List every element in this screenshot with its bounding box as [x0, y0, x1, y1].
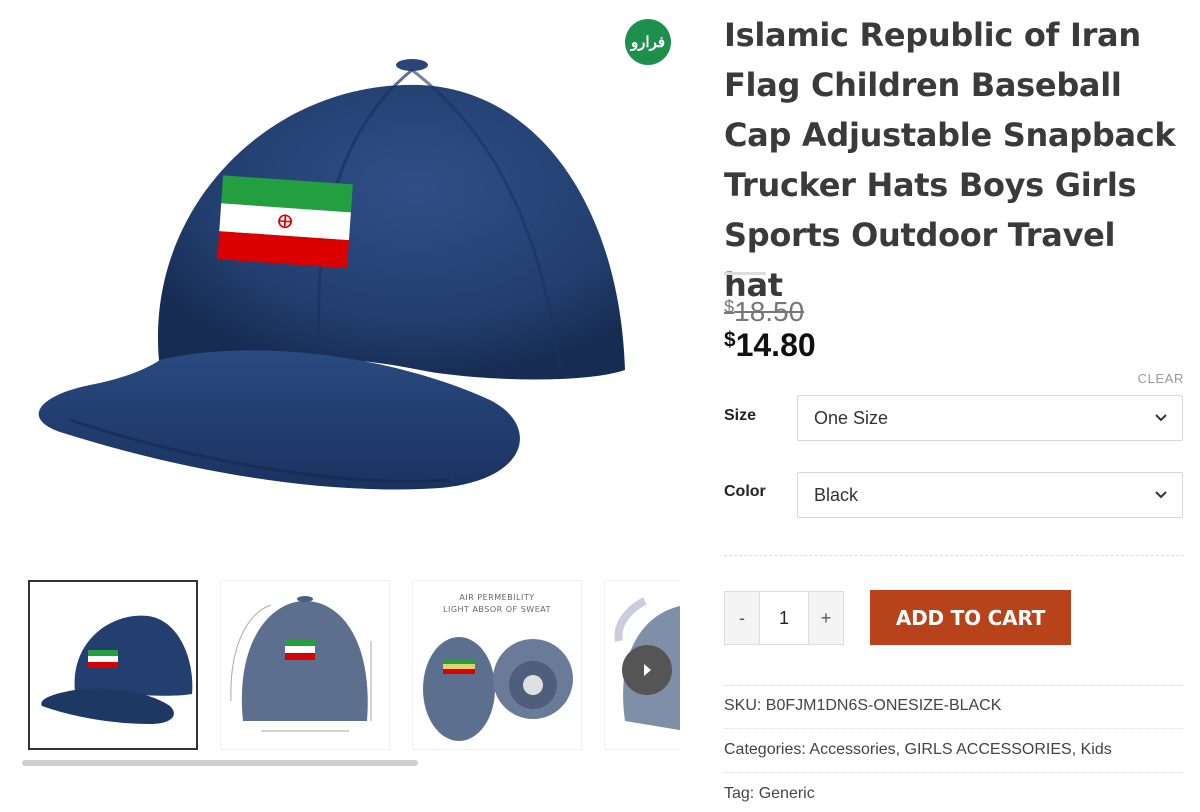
categories-label: Categories:: [724, 741, 806, 758]
svg-text:ⴲ: ⴲ: [276, 211, 293, 233]
gallery-next-button[interactable]: [622, 645, 672, 695]
main-product-image[interactable]: ⴲ: [20, 40, 660, 560]
size-select[interactable]: One Size: [797, 395, 1183, 441]
category-link-kids[interactable]: Kids: [1081, 741, 1112, 758]
size-label: Size: [724, 407, 757, 424]
category-link-accessories[interactable]: Accessories: [809, 741, 895, 758]
tag-line: Tag: Generic: [724, 785, 815, 803]
color-select-value: Black: [814, 484, 859, 505]
quantity-decrease-button[interactable]: -: [725, 592, 759, 644]
meta-divider-3: [724, 772, 1184, 773]
clear-variations-link[interactable]: CLEAR: [1138, 371, 1184, 386]
chevron-down-icon: [1155, 491, 1167, 499]
color-select[interactable]: Black: [797, 472, 1183, 518]
thumbnail-3-image: [423, 637, 573, 741]
sale-price: $14.80: [724, 327, 816, 364]
thumbnail-1[interactable]: [28, 580, 198, 750]
quantity-increase-button[interactable]: +: [809, 592, 843, 644]
meta-divider-1: [724, 685, 1184, 686]
brand-logo-text: فرارو: [630, 33, 666, 51]
quantity-stepper: - 1 +: [724, 591, 844, 645]
chevron-down-icon: [1155, 414, 1167, 422]
thumbnail-1-image: [41, 615, 193, 724]
tag-link-generic[interactable]: Generic: [759, 785, 815, 802]
tag-label: Tag:: [724, 785, 755, 802]
thumbnail-3-caption-1: AIR PERMEBILITY: [459, 593, 535, 602]
sale-price-amount: 14.80: [735, 327, 816, 363]
size-select-value: One Size: [814, 407, 889, 428]
quantity-input[interactable]: 1: [759, 592, 809, 644]
sku-label: SKU:: [724, 697, 762, 714]
original-price-amount: 18.50: [734, 296, 805, 327]
gallery-scrollbar[interactable]: [22, 760, 418, 766]
product-title: Islamic Republic of Iran Flag Children B…: [724, 16, 1176, 304]
category-link-girls-accessories[interactable]: GIRLS ACCESSORIES: [905, 741, 1072, 758]
categories-line: Categories: Accessories, GIRLS ACCESSORI…: [724, 741, 1112, 758]
chevron-right-icon: [644, 664, 651, 676]
product-gallery: ⴲ فرارو AIR PERMEBILITY LIGHT ABSOR OF S…: [0, 0, 700, 812]
thumbnail-3-caption-2: LIGHT ABSOR OF SWEAT: [443, 605, 551, 614]
original-price-currency: $: [724, 296, 735, 317]
thumbnail-2-image: [230, 596, 372, 732]
variation-divider: [724, 555, 1184, 556]
thumbnail-2[interactable]: [220, 580, 390, 750]
title-divider: [724, 272, 766, 275]
original-price: $18.50: [724, 296, 804, 328]
sale-price-currency: $: [724, 328, 736, 352]
meta-divider-2: [724, 728, 1184, 729]
thumbnail-strip: AIR PERMEBILITY LIGHT ABSOR OF SWEAT: [20, 578, 680, 758]
sku-value: B0FJM1DN6S-ONESIZE-BLACK: [765, 697, 1002, 714]
product-summary: Islamic Republic of Iran Flag Children B…: [724, 0, 1184, 812]
color-label: Color: [724, 483, 766, 500]
add-to-cart-button[interactable]: ADD TO CART: [870, 590, 1071, 645]
brand-logo-badge: فرارو: [625, 19, 671, 65]
thumbnail-3[interactable]: AIR PERMEBILITY LIGHT ABSOR OF SWEAT: [412, 580, 582, 750]
sku-line: SKU: B0FJM1DN6S-ONESIZE-BLACK: [724, 697, 1001, 715]
